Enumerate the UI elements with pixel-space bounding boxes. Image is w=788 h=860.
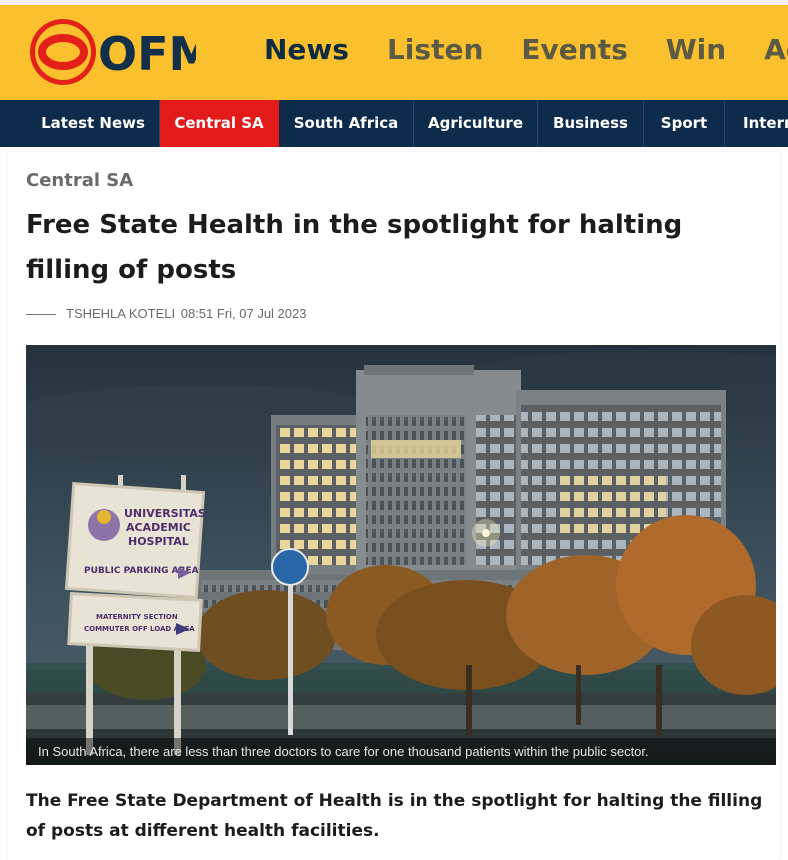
category-nav: Latest News Central SA South Africa Agri… bbox=[0, 100, 788, 147]
article-category[interactable]: Central SA bbox=[26, 170, 133, 191]
tab-sport[interactable]: Sport bbox=[644, 100, 725, 147]
top-header: OFM News Listen Events Win Adv bbox=[0, 0, 788, 100]
tab-latest-news[interactable]: Latest News bbox=[27, 100, 160, 147]
tab-business[interactable]: Business bbox=[538, 100, 644, 147]
tab-south-africa[interactable]: South Africa bbox=[279, 100, 414, 147]
nav-news[interactable]: News bbox=[264, 33, 349, 66]
image-caption: In South Africa, there are less than thr… bbox=[26, 738, 776, 765]
nav-events[interactable]: Events bbox=[521, 33, 627, 66]
tab-international[interactable]: Intern bbox=[725, 100, 788, 147]
svg-text:ACADEMIC: ACADEMIC bbox=[126, 521, 191, 534]
article-lede: The Free State Department of Health is i… bbox=[26, 791, 763, 841]
maternity-sign: MATERNITY SECTION COMMUTER OFF LOAD AREA bbox=[67, 592, 203, 652]
tab-agriculture[interactable]: Agriculture bbox=[414, 100, 538, 147]
nav-advertise[interactable]: Adv bbox=[764, 33, 788, 66]
hospital-sign: UNIVERSITAS ACADEMIC HOSPITAL PUBLIC PAR… bbox=[64, 481, 206, 600]
svg-text:HOSPITAL: HOSPITAL bbox=[128, 535, 189, 548]
svg-text:UNIVERSITAS: UNIVERSITAS bbox=[124, 507, 206, 520]
ofm-logo-icon[interactable]: OFM bbox=[26, 15, 196, 89]
svg-text:MATERNITY SECTION: MATERNITY SECTION bbox=[96, 613, 178, 621]
tab-central-sa[interactable]: Central SA bbox=[160, 100, 279, 147]
article-datetime: 08:51 Fri, 07 Jul 2023 bbox=[180, 306, 307, 321]
article-title: Free State Health in the spotlight for h… bbox=[26, 210, 683, 285]
article-byline: TSHEHLA KOTELI 08:51 Fri, 07 Jul 2023 bbox=[26, 306, 306, 321]
main-nav: News Listen Events Win Adv bbox=[264, 33, 788, 66]
article-author[interactable]: TSHEHLA KOTELI bbox=[66, 306, 175, 321]
nav-win[interactable]: Win bbox=[666, 33, 726, 66]
article-hero-image: UNIVERSITAS ACADEMIC HOSPITAL PUBLIC PAR… bbox=[26, 345, 776, 765]
hospital-photo: UNIVERSITAS ACADEMIC HOSPITAL PUBLIC PAR… bbox=[26, 345, 776, 765]
byline-divider bbox=[26, 314, 56, 316]
svg-text:OFM: OFM bbox=[98, 27, 196, 81]
nav-listen[interactable]: Listen bbox=[387, 33, 483, 66]
